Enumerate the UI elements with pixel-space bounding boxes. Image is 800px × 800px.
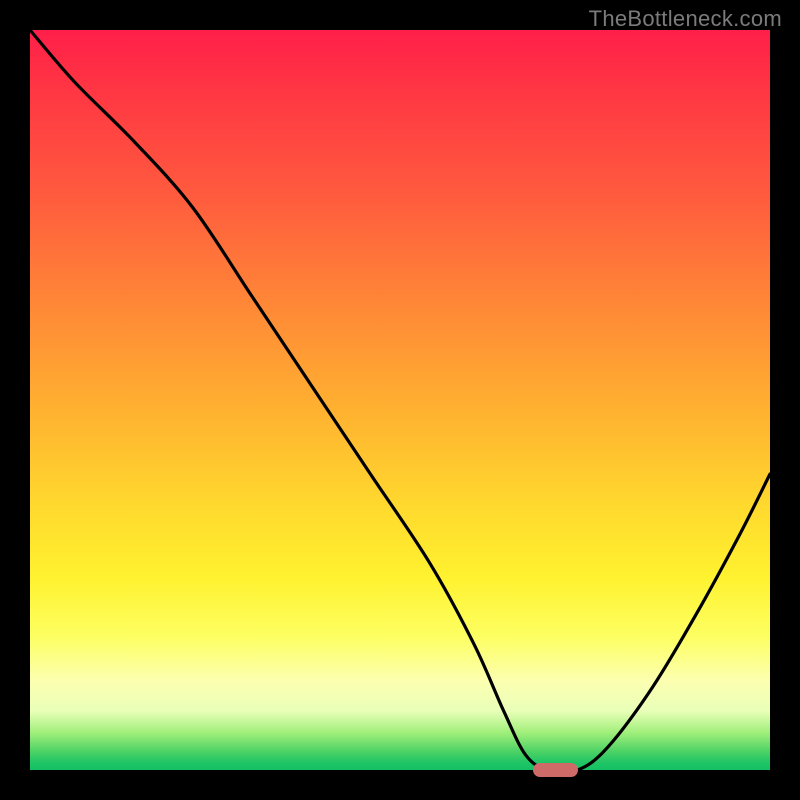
optimal-marker — [533, 763, 577, 777]
watermark-text: TheBottleneck.com — [589, 6, 782, 32]
plot-area — [30, 30, 770, 770]
bottleneck-curve — [30, 30, 770, 770]
chart-frame: TheBottleneck.com — [0, 0, 800, 800]
curve-path — [30, 30, 770, 772]
